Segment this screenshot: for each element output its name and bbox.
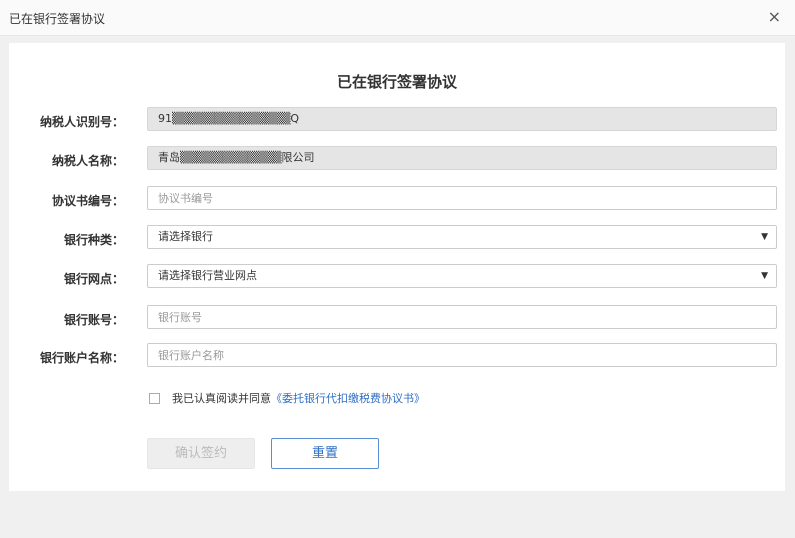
confirm-sign-button[interactable]: 确认签约: [147, 438, 255, 469]
account-name-label: 银行账户名称：: [39, 351, 124, 365]
form-panel: 已在银行签署协议 纳税人识别号： 91▒▒▒▒▒▒▒▒▒▒▒▒▒▒Q 纳税人名称…: [9, 43, 785, 491]
bank-branch-label: 银行网点：: [63, 272, 124, 286]
bank-type-label: 银行种类：: [63, 233, 124, 247]
bank-branch-selected: 请选择银行营业网点: [158, 269, 257, 282]
tax-id-label: 纳税人识别号：: [39, 115, 124, 129]
dialog-titlebar: 已在银行签署协议 ×: [0, 0, 795, 36]
close-icon[interactable]: ×: [768, 8, 781, 26]
agreement-text: 我已认真阅读并同意: [172, 392, 271, 405]
taxpayer-name-label: 纳税人名称：: [51, 154, 124, 168]
bank-type-select[interactable]: 请选择银行 ▼: [147, 225, 777, 249]
bank-type-selected: 请选择银行: [158, 230, 213, 243]
dropdown-arrow-icon: ▼: [761, 232, 768, 242]
caret-down-icon: ▼: [761, 271, 768, 281]
taxpayer-name-field: 青岛▒▒▒▒▒▒▒▒▒▒▒▒限公司: [147, 146, 777, 170]
bank-branch-select[interactable]: 请选择银行营业网点 ▼: [147, 264, 777, 288]
agreement-row: 我已认真阅读并同意 《委托银行代扣缴税费协议书》: [149, 390, 425, 406]
agreement-no-label: 协议书编号：: [51, 194, 124, 208]
bank-account-label: 银行账号：: [63, 313, 124, 327]
tax-id-field: 91▒▒▒▒▒▒▒▒▒▒▒▒▒▒Q: [147, 107, 777, 131]
dialog-title: 已在银行签署协议: [9, 12, 106, 26]
reset-button[interactable]: 重置: [271, 438, 379, 469]
bank-account-input[interactable]: [147, 305, 777, 329]
agree-checkbox[interactable]: [149, 392, 160, 404]
agreement-link[interactable]: 《委托银行代扣缴税费协议书》: [271, 390, 425, 406]
form-title: 已在银行签署协议: [336, 73, 457, 91]
account-name-input[interactable]: [147, 343, 777, 367]
agreement-no-input[interactable]: [147, 186, 777, 210]
